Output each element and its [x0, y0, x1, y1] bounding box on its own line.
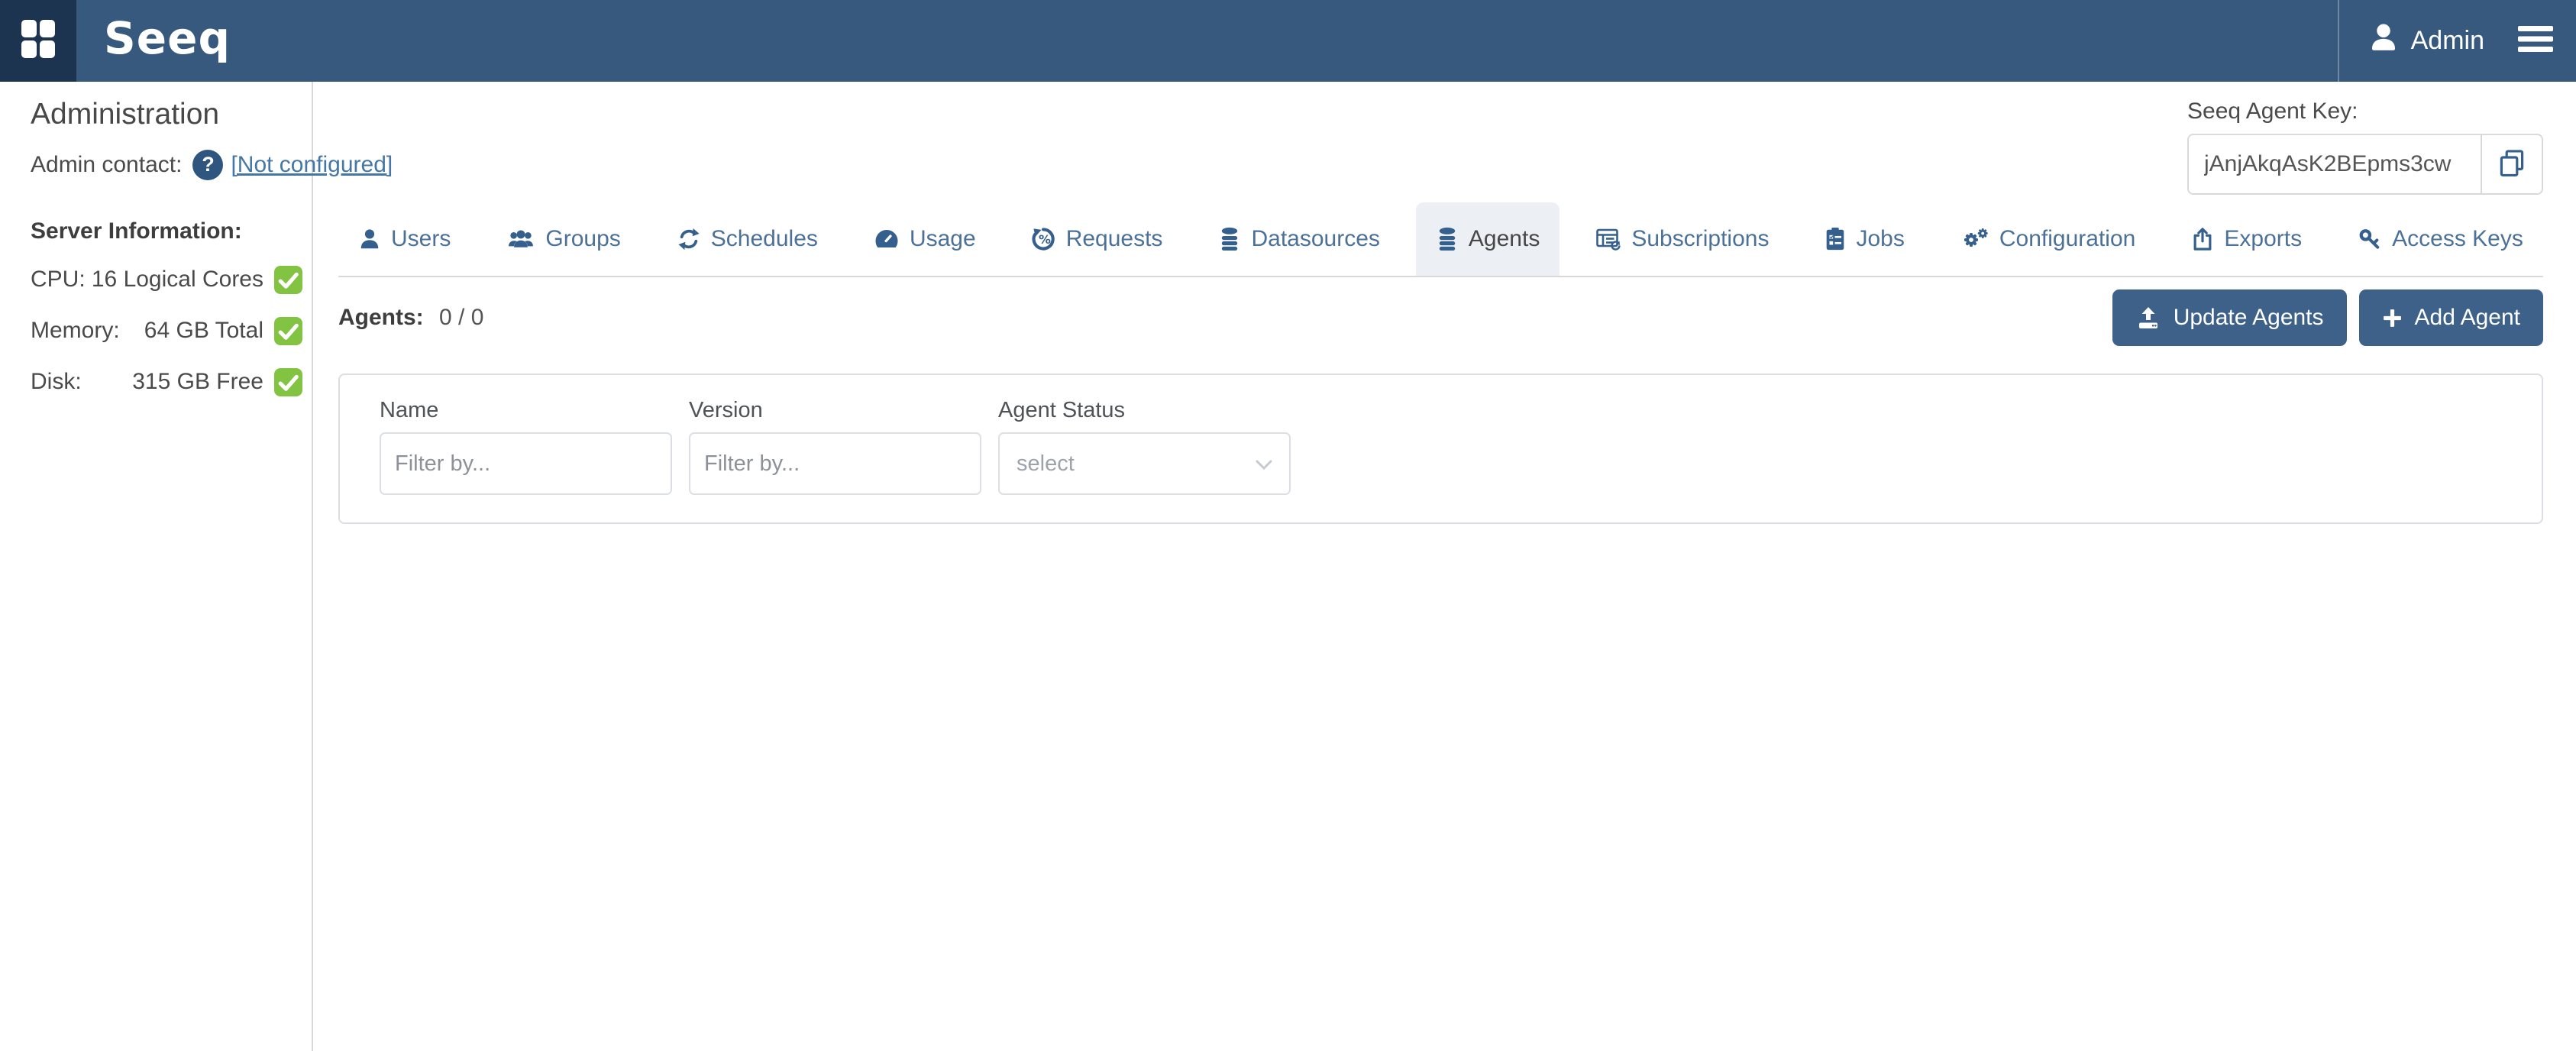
copy-agent-key-button[interactable]	[2481, 135, 2542, 193]
status-ok-icon	[274, 266, 302, 294]
tab-users[interactable]: Users	[338, 202, 470, 276]
requests-icon: %	[1032, 228, 1056, 251]
status-ok-icon	[274, 368, 302, 396]
name-filter-input[interactable]	[380, 432, 672, 495]
update-agents-button[interactable]: Update Agents	[2112, 289, 2347, 346]
user-icon	[358, 228, 381, 251]
disk-value: 315 GB Free	[132, 369, 263, 395]
agents-toolbar: Agents: 0 / 0 Update Agents Add Agent	[338, 289, 2543, 346]
hamburger-menu-button[interactable]	[2518, 25, 2553, 57]
agents-filter-panel: Name Version Agent Status select	[338, 374, 2543, 524]
memory-label: Memory:	[31, 318, 120, 344]
status-ok-icon	[274, 317, 302, 345]
admin-contact-label: Admin contact:	[31, 152, 182, 178]
main-content: Seeq Agent Key: Users	[313, 82, 2576, 1051]
agent-status-filter-label: Agent Status	[998, 398, 1291, 423]
sync-icon	[677, 228, 701, 251]
tab-jobs[interactable]: Jobs	[1805, 202, 1924, 276]
cpu-label: CPU:	[31, 267, 86, 293]
add-agent-button[interactable]: Add Agent	[2359, 289, 2543, 346]
tab-access-keys[interactable]: Access Keys	[2338, 202, 2543, 276]
tab-usage[interactable]: Usage	[854, 202, 996, 276]
server-info-row-memory: Memory: 64 GB Total	[31, 317, 302, 345]
agent-key-group	[2187, 134, 2543, 195]
cpu-value: 16 Logical Cores	[92, 267, 263, 293]
users-icon	[506, 228, 535, 251]
name-filter-field: Name	[380, 398, 672, 495]
server-info-row-cpu: CPU: 16 Logical Cores	[31, 266, 302, 294]
table-sync-icon	[1595, 227, 1621, 251]
disk-label: Disk:	[31, 369, 82, 395]
gauge-icon	[874, 228, 900, 251]
agent-key-label: Seeq Agent Key:	[2187, 99, 2543, 125]
tab-configuration[interactable]: Configuration	[1941, 202, 2155, 276]
topbar-divider	[2338, 0, 2339, 82]
app-grid-button[interactable]	[0, 0, 76, 82]
agents-count: Agents: 0 / 0	[338, 305, 483, 331]
app-grid-icon	[20, 18, 57, 63]
user-icon	[2368, 22, 2399, 60]
tab-agents[interactable]: Agents	[1416, 202, 1559, 276]
chevron-down-icon	[1256, 451, 1272, 477]
admin-tabs: Users Groups Schedules Usage % Requests …	[338, 202, 2543, 277]
version-filter-input[interactable]	[689, 432, 981, 495]
agent-key-section: Seeq Agent Key:	[2187, 99, 2543, 195]
help-icon[interactable]: ?	[192, 150, 223, 180]
server-information-heading: Server Information:	[31, 218, 312, 244]
version-filter-label: Version	[689, 398, 981, 423]
svg-text:%: %	[1039, 232, 1051, 247]
server-information-section: Server Information: CPU: 16 Logical Core…	[31, 218, 312, 396]
export-icon	[2191, 227, 2214, 251]
top-navigation-bar: Seeq Admin	[0, 0, 2576, 82]
gears-icon	[1960, 227, 1989, 251]
agent-key-input[interactable]	[2189, 135, 2481, 193]
hamburger-icon	[2518, 25, 2553, 57]
plus-icon	[2382, 308, 2403, 328]
user-name: Admin	[2411, 26, 2484, 56]
clipboard-icon	[1825, 227, 1846, 251]
main-layout: Administration Admin contact: ? [Not con…	[0, 82, 2576, 1051]
agent-status-select[interactable]: select	[998, 432, 1291, 495]
upload-icon	[2135, 306, 2161, 330]
tab-schedules[interactable]: Schedules	[657, 202, 838, 276]
tab-requests[interactable]: % Requests	[1012, 202, 1183, 276]
database-icon	[1436, 227, 1459, 251]
memory-value: 64 GB Total	[144, 318, 263, 344]
server-info-row-disk: Disk: 315 GB Free	[31, 368, 302, 396]
user-menu[interactable]: Admin	[2368, 22, 2484, 60]
version-filter-field: Version	[689, 398, 981, 495]
database-icon	[1218, 227, 1241, 251]
tab-groups[interactable]: Groups	[486, 202, 640, 276]
agent-status-select-value: select	[1017, 451, 1075, 477]
key-icon	[2358, 228, 2382, 251]
tab-subscriptions[interactable]: Subscriptions	[1576, 202, 1789, 276]
admin-contact-row: Admin contact: ? [Not configured]	[31, 150, 312, 180]
agent-status-filter-field: Agent Status select	[998, 398, 1291, 495]
tab-datasources[interactable]: Datasources	[1198, 202, 1399, 276]
page-title: Administration	[31, 97, 312, 133]
seeq-logo[interactable]: Seeq	[104, 16, 231, 66]
name-filter-label: Name	[380, 398, 672, 423]
left-sidebar: Administration Admin contact: ? [Not con…	[0, 82, 313, 1051]
tab-exports[interactable]: Exports	[2171, 202, 2322, 276]
agents-count-value: 0 / 0	[439, 305, 483, 330]
copy-icon	[2496, 147, 2528, 182]
agents-count-label: Agents:	[338, 305, 424, 330]
